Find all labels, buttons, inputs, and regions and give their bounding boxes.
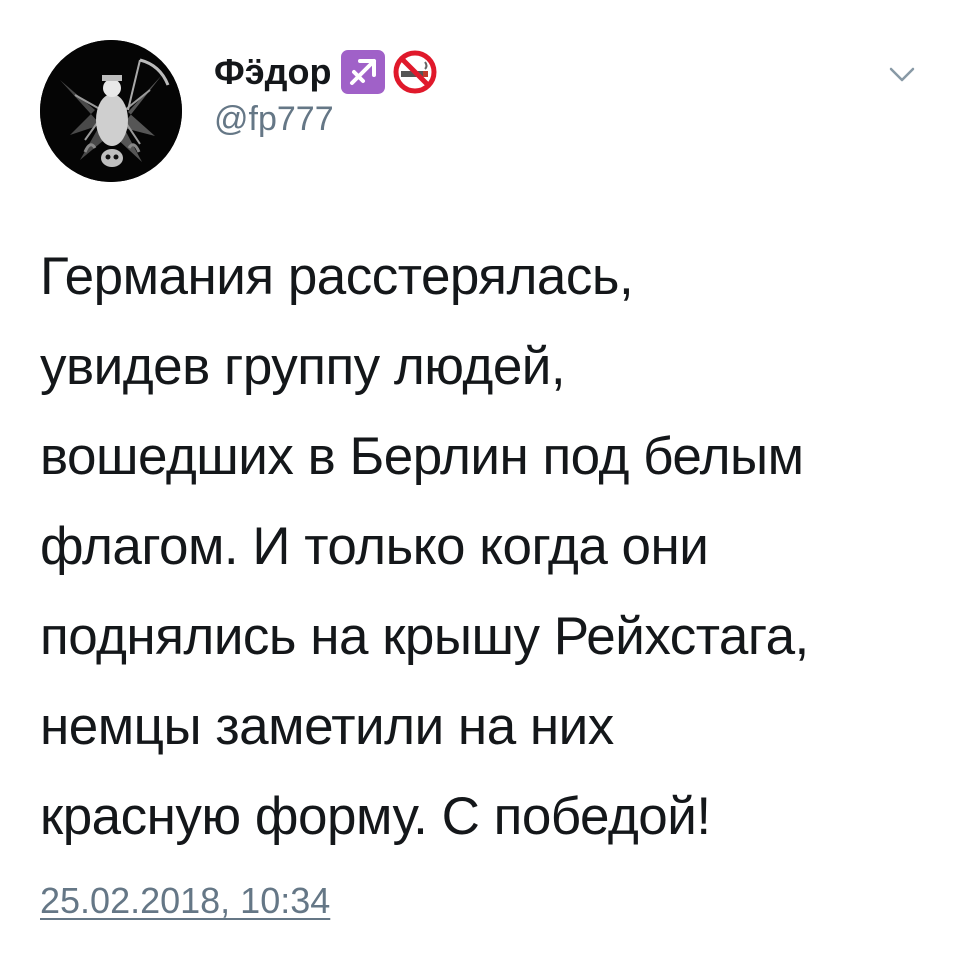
name-row: Фӭдор bbox=[214, 48, 437, 96]
no-smoking-icon bbox=[393, 50, 437, 94]
tweet-timestamp[interactable]: 25.02.2018, 10:34 bbox=[40, 880, 330, 922]
chevron-down-icon[interactable] bbox=[888, 60, 916, 88]
tweet-card: Фӭдор @fp777 Германия расстерялась, увид… bbox=[0, 0, 956, 960]
author-info: Фӭдор @fp777 bbox=[214, 48, 437, 140]
tweet-text: Германия расстерялась, увидев группу люд… bbox=[40, 247, 809, 846]
sagittarius-icon bbox=[341, 50, 386, 94]
avatar-image bbox=[40, 40, 182, 182]
handle[interactable]: @fp777 bbox=[214, 98, 437, 140]
display-name[interactable]: Фӭдор bbox=[214, 48, 331, 96]
tweet-header: Фӭдор @fp777 bbox=[40, 40, 920, 190]
avatar[interactable] bbox=[40, 40, 182, 182]
